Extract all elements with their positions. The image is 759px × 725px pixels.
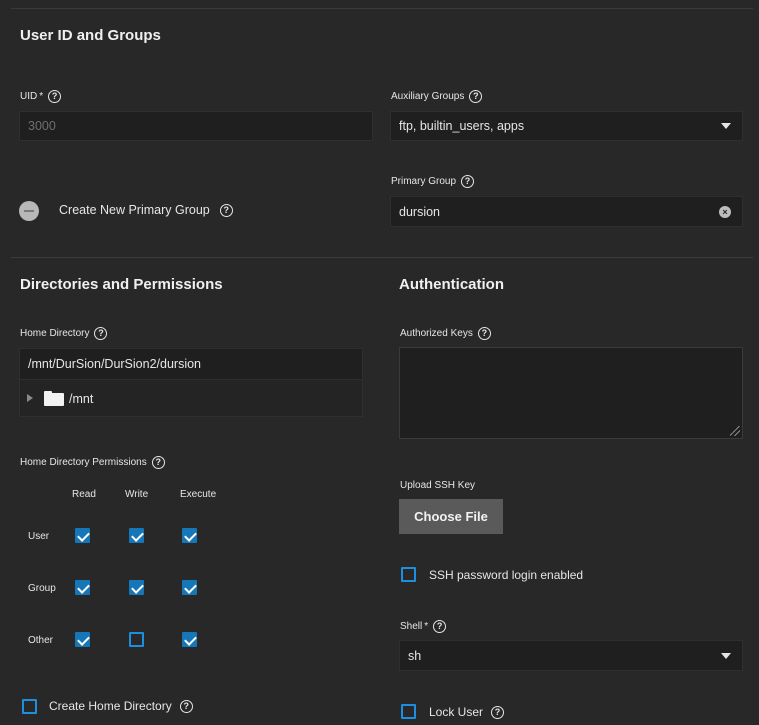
help-icon[interactable]: ? (477, 327, 491, 340)
resize-handle-icon[interactable] (730, 426, 740, 436)
help-icon[interactable]: ? (179, 699, 193, 713)
directory-tree: /mnt (19, 380, 363, 417)
choose-file-button[interactable]: Choose File (399, 499, 503, 534)
lock-user-label: Lock User ? (429, 705, 505, 719)
row-group: Group (28, 583, 56, 594)
home-dir-input[interactable]: /mnt/DurSion/DurSion2/dursion (19, 348, 363, 380)
help-icon[interactable]: ? (433, 620, 447, 633)
permissions-label: Home Directory Permissions ? (20, 456, 165, 469)
aux-groups-label: Auxiliary Groups ? (391, 90, 483, 103)
middle-divider (11, 257, 753, 258)
other-write-checkbox[interactable] (129, 632, 144, 647)
other-execute-checkbox[interactable] (182, 632, 197, 647)
row-other: Other (28, 635, 54, 646)
aux-groups-select[interactable]: ftp, builtin_users, apps (390, 111, 743, 141)
create-primary-group-label: Create New Primary Group ? (59, 203, 233, 217)
user-write-checkbox[interactable] (129, 528, 144, 543)
authorized-keys-label: Authorized Keys ? (400, 327, 491, 340)
uid-input[interactable]: 3000 (19, 111, 373, 141)
lock-user-checkbox[interactable] (401, 704, 416, 719)
ssh-password-label: SSH password login enabled (429, 568, 584, 582)
create-home-dir-label: Create Home Directory ? (49, 699, 193, 713)
folder-icon (44, 391, 64, 406)
home-dir-label: Home Directory ? (20, 327, 108, 340)
ssh-password-checkbox[interactable] (401, 567, 416, 582)
clear-icon[interactable]: × (719, 205, 731, 218)
group-read-checkbox[interactable] (75, 580, 90, 595)
primary-group-label: Primary Group ? (391, 175, 475, 188)
shell-select[interactable]: sh (399, 640, 743, 671)
help-icon[interactable]: ? (219, 203, 233, 217)
top-divider (11, 8, 753, 9)
uid-label: UID * ? (20, 90, 62, 103)
group-execute-checkbox[interactable] (182, 580, 197, 595)
help-icon[interactable]: ? (491, 705, 505, 719)
other-read-checkbox[interactable] (75, 632, 90, 647)
tree-item-mnt[interactable]: /mnt (69, 392, 93, 406)
column-write: Write (125, 489, 149, 500)
user-read-checkbox[interactable] (75, 528, 90, 543)
column-read: Read (72, 489, 96, 500)
authorized-keys-textarea[interactable] (399, 347, 743, 439)
toggle-minus-icon (24, 210, 34, 212)
help-icon[interactable]: ? (151, 456, 165, 469)
help-icon[interactable]: ? (469, 90, 483, 103)
chevron-down-icon (721, 652, 731, 659)
create-home-dir-checkbox[interactable] (22, 699, 37, 714)
section-title-authentication: Authentication (399, 276, 504, 293)
user-execute-checkbox[interactable] (182, 528, 197, 543)
help-icon[interactable]: ? (94, 327, 108, 340)
help-icon[interactable]: ? (48, 90, 62, 103)
row-user: User (28, 531, 50, 542)
section-title-user-id-groups: User ID and Groups (20, 27, 161, 44)
group-write-checkbox[interactable] (129, 580, 144, 595)
primary-group-input[interactable]: dursion × (390, 196, 743, 227)
help-icon[interactable]: ? (461, 175, 475, 188)
chevron-down-icon (721, 123, 731, 129)
shell-label: Shell * ? (400, 620, 447, 633)
tree-expand-icon[interactable] (27, 394, 33, 402)
column-execute: Execute (180, 489, 217, 500)
section-title-directories: Directories and Permissions (20, 276, 223, 293)
create-primary-group-toggle[interactable] (19, 201, 39, 221)
upload-ssh-label: Upload SSH Key (400, 480, 476, 491)
